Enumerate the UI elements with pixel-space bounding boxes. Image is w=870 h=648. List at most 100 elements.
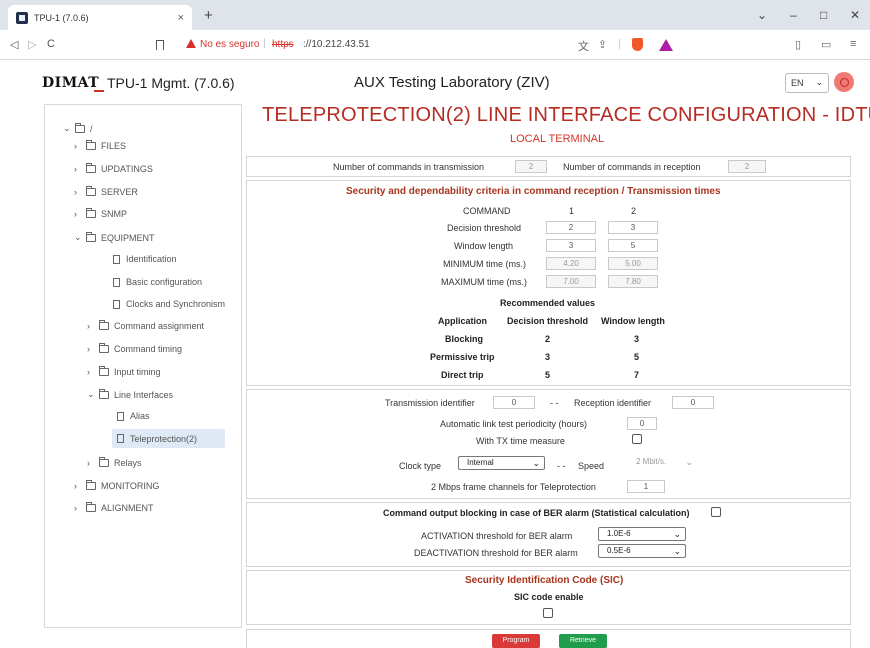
sidebar-item-line-interfaces[interactable]: ⌄ Line Interfaces <box>87 388 173 400</box>
tx-commands-label: Number of commands in transmission <box>333 162 485 172</box>
folder-open-icon <box>75 122 85 133</box>
sidebar-item-alignment[interactable]: › ALIGNMENT <box>74 502 154 513</box>
retrieve-button[interactable]: Retrieve <box>559 634 607 648</box>
activation-value: 1.0E-6 <box>607 529 631 538</box>
sidebar-toggle-icon[interactable]: ▯ <box>795 38 801 51</box>
tx-commands-field[interactable]: 2 <box>515 160 547 173</box>
sidebar-item-label: EQUIPMENT <box>101 232 155 243</box>
decision-threshold-2-field[interactable]: 3 <box>608 221 658 234</box>
sic-enable-checkbox[interactable] <box>543 608 553 618</box>
rx-identifier-label: Reception identifier <box>574 398 652 408</box>
rec-permissive-app: Permissive trip <box>430 352 495 362</box>
maximize-icon[interactable]: □ <box>820 8 827 22</box>
back-icon[interactable]: ◁ <box>10 38 18 51</box>
chevron-right-icon: › <box>87 344 90 354</box>
activation-select[interactable]: 1.0E-6 ⌄ <box>598 527 686 541</box>
decision-threshold-label: Decision threshold <box>447 223 522 233</box>
rx-commands-field[interactable]: 2 <box>728 160 766 173</box>
tree-root[interactable]: ⌄ / <box>63 122 93 134</box>
sidebar-item-files[interactable]: › FILES <box>74 140 126 151</box>
url-scheme[interactable]: https <box>272 39 294 50</box>
sidebar-item-label: SNMP <box>101 209 128 219</box>
sidebar-item-label: Basic configuration <box>126 277 203 287</box>
chevron-down-icon: ⌄ <box>685 457 693 467</box>
test-period-label: Automatic link test periodicity (hours) <box>440 419 588 429</box>
sidebar-item-clocks[interactable]: Clocks and Synchronism <box>113 299 225 309</box>
brave-rewards-icon[interactable] <box>659 39 673 51</box>
sidebar-item-basic-configuration[interactable]: Basic configuration <box>113 277 202 287</box>
sidebar-item-equipment[interactable]: ⌄ EQUIPMENT <box>74 231 155 243</box>
chevron-down-icon: ⌄ <box>673 529 681 539</box>
menu-icon[interactable]: ≡ <box>850 38 856 50</box>
sidebar-item-updatings[interactable]: › UPDATINGS <box>74 163 153 174</box>
ber-blocking-checkbox[interactable] <box>711 507 721 517</box>
tab-close-icon[interactable]: × <box>178 12 184 24</box>
speed-label: Speed <box>578 461 605 471</box>
command-label: COMMAND <box>463 206 511 216</box>
window-length-2-field[interactable]: 5 <box>608 239 658 252</box>
sidebar-item-command-assignment[interactable]: › Command assignment <box>87 320 204 331</box>
sidebar-item-snmp[interactable]: › SNMP <box>74 208 128 219</box>
deactivation-select[interactable]: 0.5E-6 ⌄ <box>598 544 686 558</box>
sidebar-item-teleprotection[interactable]: Teleprotection(2) <box>112 429 225 448</box>
sidebar-item-command-timing[interactable]: › Command timing <box>87 343 182 354</box>
window-length-label: Window length <box>454 241 514 251</box>
new-tab-icon[interactable]: + <box>204 7 213 24</box>
bookmark-icon[interactable] <box>156 40 164 50</box>
tx-identifier-field[interactable]: 0 <box>493 396 535 409</box>
sidebar-item-label: Teleprotection(2) <box>130 433 198 444</box>
minimize-icon[interactable]: – <box>790 8 797 22</box>
test-period-field[interactable]: 0 <box>627 417 657 430</box>
share-icon[interactable]: ⇪ <box>598 38 607 51</box>
maximum-time-1-field: 7.00 <box>546 275 596 288</box>
close-window-icon[interactable]: ✕ <box>850 8 860 22</box>
insecure-label[interactable]: No es seguro <box>200 39 259 50</box>
sidebar-item-label: Relays <box>114 458 142 468</box>
maximum-time-label: MAXIMUM time (ms.) <box>441 277 527 287</box>
sidebar-item-label: SERVER <box>101 187 138 197</box>
rx-identifier-field[interactable]: 0 <box>672 396 714 409</box>
url-host[interactable]: ://10.212.43.51 <box>303 39 370 50</box>
chevron-right-icon: › <box>74 209 77 219</box>
rec-header-window-length: Window length <box>601 316 665 326</box>
forward-icon[interactable]: ▷ <box>28 38 36 51</box>
folder-open-icon <box>99 388 109 399</box>
sic-title: Security Identification Code (SIC) <box>465 575 624 586</box>
window-length-1-field[interactable]: 3 <box>546 239 596 252</box>
sidebar-item-relays[interactable]: › Relays <box>87 457 142 468</box>
chevron-right-icon: › <box>74 141 77 151</box>
lab-title: AUX Testing Laboratory (ZIV) <box>354 74 550 91</box>
sidebar-item-label: Identification <box>126 254 177 264</box>
wallet-icon[interactable]: ▭ <box>821 38 831 51</box>
sidebar-item-identification[interactable]: Identification <box>113 254 177 264</box>
folder-icon <box>99 366 109 376</box>
minimum-time-2-field: 5.00 <box>608 257 658 270</box>
clock-type-value: Internal <box>467 458 494 467</box>
divider: | <box>618 38 621 50</box>
program-button[interactable]: Program <box>492 634 540 648</box>
decision-threshold-1-field[interactable]: 2 <box>546 221 596 234</box>
rec-header-application: Application <box>438 316 487 326</box>
language-select[interactable]: EN ⌄ <box>785 73 829 93</box>
clock-type-select[interactable]: Internal ⌄ <box>458 456 545 470</box>
criteria-title: Security and dependability criteria in c… <box>346 186 721 197</box>
sidebar-item-label: Input timing <box>114 367 161 377</box>
reload-icon[interactable]: C <box>47 38 55 50</box>
tx-time-label: With TX time measure <box>476 436 565 446</box>
brave-shield-icon[interactable] <box>632 38 643 51</box>
frame-channels-field[interactable]: 1 <box>627 480 665 493</box>
sidebar-item-input-timing[interactable]: › Input timing <box>87 366 161 377</box>
browser-tab[interactable]: TPU-1 (7.0.6) × <box>8 5 192 30</box>
sidebar-item-monitoring[interactable]: › MONITORING <box>74 480 159 491</box>
speed-select: 2 Mbit/s. ⌄ <box>611 456 697 470</box>
tx-time-checkbox[interactable] <box>632 434 642 444</box>
folder-open-icon <box>86 231 96 242</box>
tab-list-chevron-icon[interactable]: ⌄ <box>757 8 767 22</box>
id-separator: - - <box>550 398 559 408</box>
sidebar-item-server[interactable]: › SERVER <box>74 186 138 197</box>
logout-icon[interactable] <box>834 72 854 92</box>
rec-blocking-dt: 2 <box>545 334 551 344</box>
translate-icon[interactable]: 文 <box>578 38 589 54</box>
frame-channels-label: 2 Mbps frame channels for Teleprotection <box>431 482 596 492</box>
sidebar-item-alias[interactable]: Alias <box>117 411 150 421</box>
